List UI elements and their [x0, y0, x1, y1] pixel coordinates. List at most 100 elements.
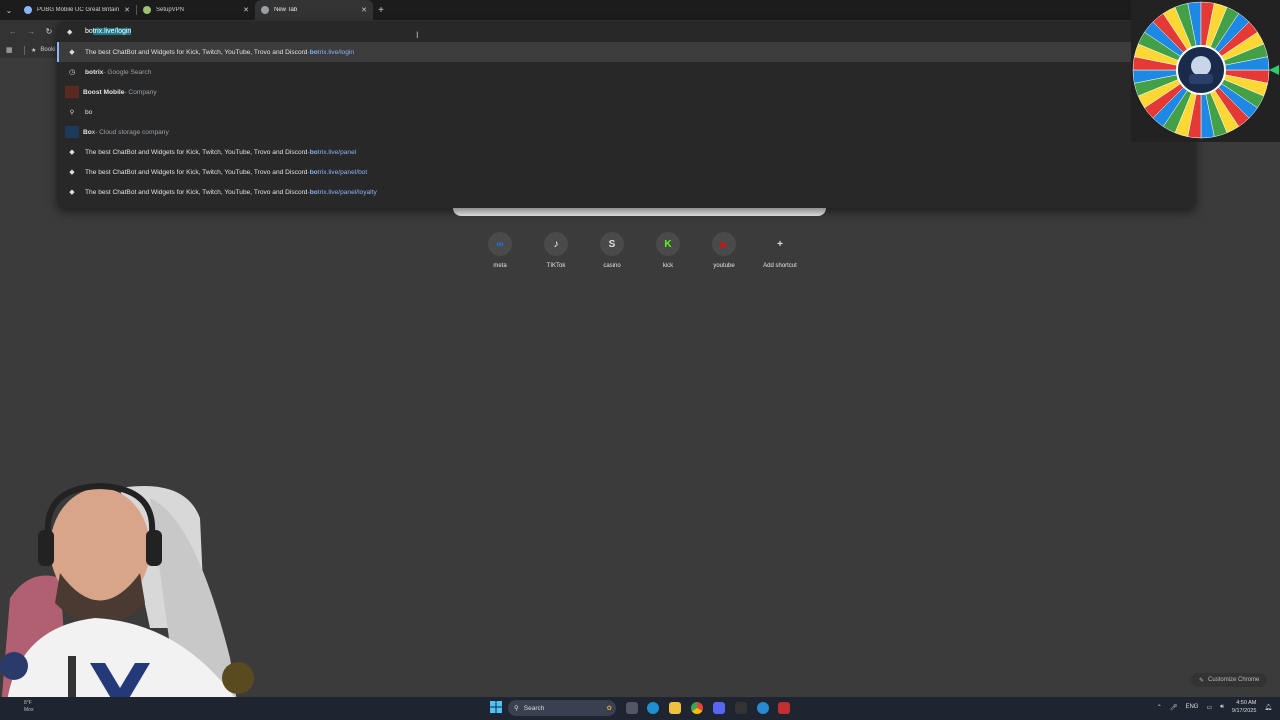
suggestion-url-match: bo [309, 188, 318, 196]
shortcut-tiktok[interactable]: ♪ TIKTok [528, 232, 584, 269]
plus-icon: + [777, 238, 783, 250]
shortcut-casino[interactable]: S casino [584, 232, 640, 269]
tab-new-tab[interactable]: New Tab ✕ [255, 0, 373, 20]
suggestion-desc: - Cloud storage company [95, 128, 169, 136]
star-icon: ★ [31, 47, 37, 54]
weather-desc: Mos [24, 707, 34, 713]
bookmarks-label[interactable]: Booki [40, 47, 55, 53]
weather-temp: 8°F [24, 700, 32, 706]
suggestion-boost-mobile[interactable]: Bo ost Mobile - Company [57, 82, 1196, 102]
system-tray: ⌃ 🎤︎ ENG ▭ 🔊︎ 4:50 AM 9/17/2025 🔔︎ [1157, 699, 1272, 715]
chrome-icon[interactable] [691, 702, 703, 714]
suggestion-bo-search[interactable]: ⚲ bo [57, 102, 1196, 122]
clock[interactable]: 4:50 AM 9/17/2025 [1232, 699, 1256, 715]
search-icon: ⚲ [69, 109, 75, 116]
tab-strip: ⌄ PUBG Mobile UC Great Britain | ✕ Setup… [0, 0, 1280, 20]
suggestion-botrix-login[interactable]: ◆ The best ChatBot and Widgets for Kick,… [57, 42, 1196, 62]
suggestion-url-rest: trix.live/panel/bot [317, 168, 368, 176]
shortcut-label: youtube [713, 263, 735, 269]
tab-title: SetupVPN [156, 7, 185, 13]
close-icon[interactable]: ✕ [243, 6, 249, 14]
suggestion-text: bo [85, 108, 93, 116]
suggestion-botrix-panel-bot[interactable]: ◆ The best ChatBot and Widgets for Kick,… [57, 162, 1196, 182]
shortcut-meta[interactable]: ∞ meta [472, 232, 528, 269]
language-indicator[interactable]: ENG [1185, 704, 1198, 710]
tab-setupvpn[interactable]: SetupVPN ✕ [137, 0, 255, 20]
suggestion-url: botrix.live/panel/bot [310, 169, 368, 176]
edge-icon[interactable] [647, 702, 659, 714]
forward-arrow-icon[interactable]: → [22, 27, 40, 36]
chevron-up-icon[interactable]: ⌃ [1157, 704, 1162, 711]
search-highlight-icon: ✿ [606, 705, 612, 712]
shortcut-youtube[interactable]: ▶ youtube [696, 232, 752, 269]
discord-icon[interactable] [713, 702, 725, 714]
close-icon[interactable]: ✕ [124, 6, 130, 14]
shortcut-label: meta [493, 263, 507, 269]
site-diamond-icon: ◆ [69, 49, 75, 56]
search-icon: ⚲ [514, 705, 519, 712]
suggestion-rest: ost Mobile [91, 88, 125, 96]
close-icon[interactable]: ✕ [361, 6, 367, 14]
bookmark-divider [24, 45, 25, 55]
windows-taskbar: 8°F Mos ⚲ Search ✿ ⌃ 🎤︎ ENG ▭ 🔊︎ 4:50 AM… [0, 697, 1280, 720]
chrome-icon [261, 6, 269, 14]
microphone-icon[interactable]: 🎤︎ [1170, 704, 1178, 711]
reload-icon[interactable]: ↻ [40, 27, 58, 36]
suggestion-box[interactable]: Bo x - Cloud storage company [57, 122, 1196, 142]
clock-date: 9/17/2025 [1231, 708, 1257, 714]
notification-bell-icon[interactable]: 🔔︎ [1264, 704, 1272, 711]
suggestion-title: The best ChatBot and Widgets for Kick, T… [85, 48, 308, 56]
kick-icon: K [656, 232, 680, 256]
box-thumbnail-icon [65, 126, 79, 138]
pencil-icon: ✎ [1199, 677, 1205, 684]
text-cursor-icon: I [416, 30, 419, 40]
taskbar-search[interactable]: ⚲ Search ✿ [508, 700, 616, 716]
tab-pubg[interactable]: PUBG Mobile UC Great Britain | ✕ [18, 0, 136, 20]
network-icon[interactable]: ▭ [1206, 704, 1212, 711]
tiktok-icon: ♪ [544, 232, 568, 256]
windows-start-icon[interactable] [490, 701, 502, 713]
shortcut-label: casino [603, 263, 621, 269]
suggestion-desc: - Google Search [103, 68, 152, 76]
task-view-icon[interactable] [626, 702, 638, 714]
suggestion-desc: - Company [124, 88, 157, 96]
app-icon[interactable] [735, 702, 747, 714]
shortcut-label: kick [662, 263, 674, 269]
suggestion-url-match: bo [309, 48, 318, 56]
tab-search-chevron-icon[interactable]: ⌄ [0, 0, 18, 20]
taskbar-search-label: Search [523, 704, 545, 712]
suggestion-botrix-search[interactable]: ◷ bo trix - Google Search [57, 62, 1196, 82]
suggestion-match: bo [85, 68, 94, 76]
customize-chrome-button[interactable]: ✎ Customize Chrome [1191, 673, 1268, 687]
vpn-icon [143, 6, 151, 14]
file-explorer-icon[interactable] [669, 702, 681, 714]
tab-title: New Tab [274, 7, 298, 13]
apps-grid-icon[interactable]: ▦ [6, 46, 16, 54]
suggestion-botrix-panel-loyalty[interactable]: ◆ The best ChatBot and Widgets for Kick,… [57, 182, 1196, 202]
suggestion-url-match: bo [309, 168, 318, 176]
suggestion-url-rest: trix.live/login [317, 48, 355, 56]
back-arrow-icon[interactable]: ← [4, 27, 22, 36]
suggestion-url-rest: trix.live/panel [317, 148, 357, 156]
new-tab-plus-icon[interactable]: + [373, 5, 389, 16]
shortcut-tiles: ∞ meta ♪ TIKTok S casino K kick ▶ youtub… [472, 232, 808, 269]
suggestion-title: The best ChatBot and Widgets for Kick, T… [85, 188, 308, 196]
weather-widget[interactable]: 8°F Mos [24, 700, 33, 714]
customize-label: Customize Chrome [1208, 677, 1260, 683]
spin-wheel-icon [1132, 1, 1279, 139]
inline-autocomplete: trix.live/login [92, 28, 132, 35]
suggestion-url-rest: trix.live/panel/loyalty [317, 188, 377, 196]
vpn-app-icon[interactable] [757, 702, 769, 714]
shortcut-kick[interactable]: K kick [640, 232, 696, 269]
suggestion-url: botrix.live/panel/loyalty [310, 189, 377, 196]
screen: ⌄ PUBG Mobile UC Great Britain | ✕ Setup… [0, 0, 1280, 720]
suggestion-botrix-panel[interactable]: ◆ The best ChatBot and Widgets for Kick,… [57, 142, 1196, 162]
address-bar[interactable]: ◆ bo trix.live/login [57, 21, 1196, 42]
webcam-overlay [0, 478, 282, 720]
volume-icon[interactable]: 🔊︎ [1220, 704, 1224, 711]
suggestion-url: botrix.live/login [310, 49, 354, 56]
suggestion-url-match: bo [309, 148, 318, 156]
steam-icon[interactable] [778, 702, 790, 714]
shortcut-add[interactable]: + Add shortcut [752, 232, 808, 270]
suggestion-url: botrix.live/panel [310, 149, 357, 156]
